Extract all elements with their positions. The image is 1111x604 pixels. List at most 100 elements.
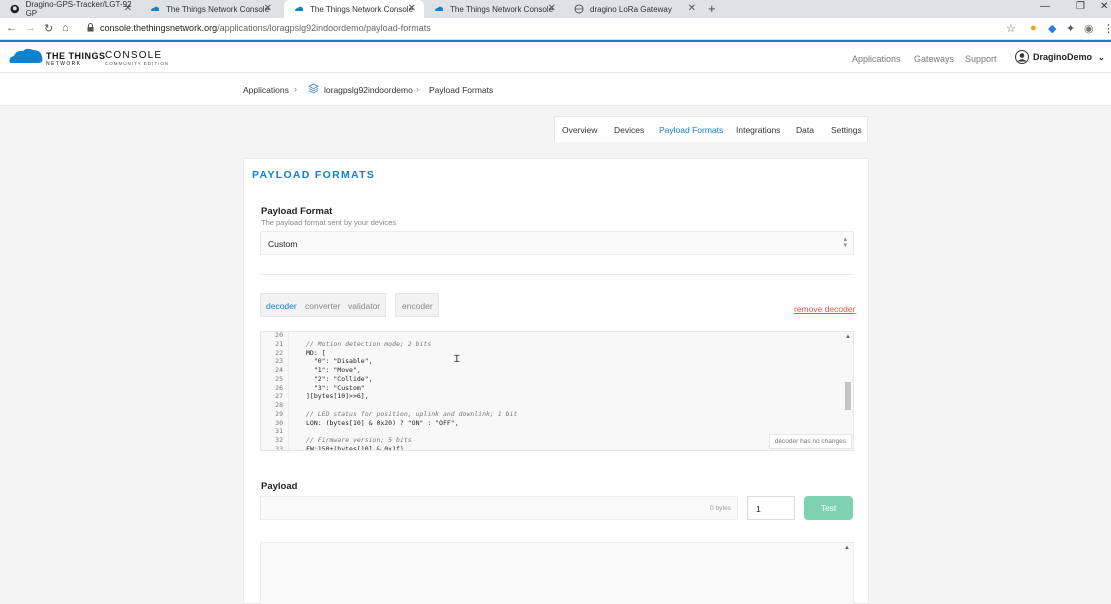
browser-tab-2[interactable]: The Things Network Console ✕ xyxy=(140,0,280,18)
code-line: "0": "Disable", xyxy=(306,357,373,366)
nav-applications[interactable]: Applications xyxy=(852,54,901,64)
tab-decoder[interactable]: decoder xyxy=(266,301,297,311)
code-line: // LED status for position, uplink and d… xyxy=(306,409,518,418)
close-icon[interactable]: ✕ xyxy=(688,3,696,14)
line-number: 29 xyxy=(275,409,283,418)
logo-text: THE THINGS xyxy=(46,51,106,61)
application-tabs: Overview Devices Payload Formats Integra… xyxy=(554,116,868,142)
tab-validator[interactable]: validator xyxy=(348,301,380,311)
line-number: 32 xyxy=(275,436,283,444)
code-line: // Firmware version; 5 bits xyxy=(306,436,412,444)
user-name: DraginoDemo xyxy=(1033,52,1093,62)
breadcrumb-applications[interactable]: Applications xyxy=(243,85,289,95)
code-line: "1": "Move", xyxy=(306,366,361,374)
breadcrumb-application[interactable]: loragpslg92indoordemo xyxy=(324,85,413,95)
select-arrows-icon: ▴ ▾ xyxy=(843,236,847,249)
close-icon[interactable]: ✕ xyxy=(548,3,556,14)
line-number: 30 xyxy=(275,418,283,427)
tab-converter[interactable]: converter xyxy=(305,301,340,311)
ttn-logo-icon[interactable] xyxy=(8,47,44,65)
globe-icon xyxy=(574,4,584,14)
close-icon[interactable]: ✕ xyxy=(124,3,132,14)
url-field[interactable]: console.thethingsnetwork.org/application… xyxy=(100,23,431,33)
code-editor[interactable]: ▲ decoder has no changes 20 21 // Motion d… xyxy=(260,331,854,451)
payload-label: Payload xyxy=(261,481,298,492)
lock-icon[interactable] xyxy=(87,23,94,32)
port-input[interactable]: 1 xyxy=(747,496,795,520)
browser-tab-3[interactable]: The Things Network Console ✕ xyxy=(284,0,424,18)
chevron-right-icon: › xyxy=(416,84,419,94)
tab-payload-formats[interactable]: Payload Formats xyxy=(659,125,723,135)
browser-tab-5[interactable]: dragino LoRa Gateway ✕ xyxy=(564,0,704,18)
code-line: // Motion detection mode; 2 bits xyxy=(306,339,432,348)
tab-data[interactable]: Data xyxy=(796,125,814,135)
close-icon[interactable]: ✕ xyxy=(264,3,272,14)
line-number: 24 xyxy=(275,366,283,374)
line-number: 21 xyxy=(275,339,283,348)
logo-console-text: CONSOLE xyxy=(105,50,163,61)
new-tab-plus-icon[interactable]: + xyxy=(708,1,716,16)
application-stack-icon xyxy=(308,83,319,94)
scrollbar-thumb[interactable] xyxy=(845,382,851,410)
divider xyxy=(260,274,854,275)
chevron-down-icon: ⌄ xyxy=(1098,52,1105,62)
tab-encoder[interactable]: encoder xyxy=(395,293,439,317)
code-line: LON: (bytes[10] & 0x20) ? "ON" : "OFF", xyxy=(306,418,459,427)
profile-icon[interactable]: ◉ xyxy=(1084,22,1094,35)
line-number: 22 xyxy=(275,348,283,357)
chevron-right-icon: › xyxy=(294,84,297,94)
line-number: 26 xyxy=(275,383,283,392)
nav-support[interactable]: Support xyxy=(965,54,997,64)
forward-arrow-icon[interactable]: → xyxy=(25,22,36,34)
line-number: 33 xyxy=(275,444,283,451)
nav-gateways[interactable]: Gateways xyxy=(914,54,954,64)
maximize-icon[interactable]: ❐ xyxy=(1076,1,1085,12)
code-line: MD: [ xyxy=(306,348,326,357)
payload-input[interactable]: 0 bytes xyxy=(260,496,738,520)
user-menu[interactable]: DraginoDemo ⌄ xyxy=(1015,50,1105,64)
scroll-up-icon[interactable]: ▲ xyxy=(844,545,850,551)
ttn-header: THE THINGS NETWORK CONSOLE COMMUNITY EDI… xyxy=(0,40,1111,73)
function-tabs: decoder converter validator xyxy=(260,293,386,317)
menu-dots-icon[interactable]: ⋮ xyxy=(1103,22,1111,35)
reload-icon[interactable]: ↻ xyxy=(44,22,53,35)
payload-format-value: Custom xyxy=(268,239,298,249)
tab-devices[interactable]: Devices xyxy=(614,125,644,135)
browser-tabstrip: Dragino-GPS-Tracker/LGT-92 GP ✕ The Thin… xyxy=(0,0,1111,18)
browser-tab-title: dragino LoRa Gateway xyxy=(590,4,672,14)
payload-format-description: The payload format sent by your devices xyxy=(261,218,397,227)
breadcrumb: Applications › loragpslg92indoordemo › P… xyxy=(0,73,1111,106)
browser-tab-title: The Things Network Console xyxy=(166,4,270,14)
minimize-icon[interactable]: — xyxy=(1040,1,1050,12)
remove-decoder-link[interactable]: remove decoder xyxy=(794,304,855,314)
close-icon[interactable]: ✕ xyxy=(408,3,416,14)
tab-overview[interactable]: Overview xyxy=(562,125,597,135)
browser-tab-1[interactable]: Dragino-GPS-Tracker/LGT-92 GP ✕ xyxy=(0,0,140,18)
extension-icon[interactable]: ◆ xyxy=(1048,22,1056,35)
line-number: 23 xyxy=(275,357,283,366)
test-button[interactable]: Test xyxy=(804,496,853,520)
code-line: "2": "Collide", xyxy=(306,374,373,383)
decoder-status-badge: decoder has no changes xyxy=(768,434,852,449)
ttn-cloud-icon xyxy=(151,6,159,11)
decoder-output[interactable]: ▲ xyxy=(260,542,854,604)
extension-cookie-icon[interactable]: ● xyxy=(1030,22,1037,34)
extensions-puzzle-icon[interactable]: ✦ xyxy=(1066,22,1075,35)
tab-integrations[interactable]: Integrations xyxy=(736,125,780,135)
bookmark-star-icon[interactable]: ☆ xyxy=(1006,22,1016,35)
code-line: FW:150+(bytes[10] & 0x1f), xyxy=(306,444,408,451)
code-line: ][bytes[10]>>6], xyxy=(306,392,369,401)
browser-tab-title: The Things Network Console xyxy=(450,4,554,14)
home-icon[interactable]: ⌂ xyxy=(62,22,69,34)
scroll-up-icon[interactable]: ▲ xyxy=(845,334,851,340)
back-arrow-icon[interactable]: ← xyxy=(6,22,17,34)
browser-tab-4[interactable]: The Things Network Console ✕ xyxy=(424,0,564,18)
address-bar: ← → ↻ ⌂ console.thethingsnetwork.org/app… xyxy=(0,18,1111,40)
payload-byte-count: 0 bytes xyxy=(710,505,731,512)
url-path: /applications/loragpslg92indoordemo/payl… xyxy=(217,23,431,33)
tab-settings[interactable]: Settings xyxy=(831,125,862,135)
breadcrumb-current: Payload Formats xyxy=(429,85,494,95)
avatar xyxy=(1015,50,1029,64)
window-close-icon[interactable]: ✕ xyxy=(1100,1,1108,12)
payload-format-select[interactable]: Custom ▴ ▾ xyxy=(260,231,854,255)
